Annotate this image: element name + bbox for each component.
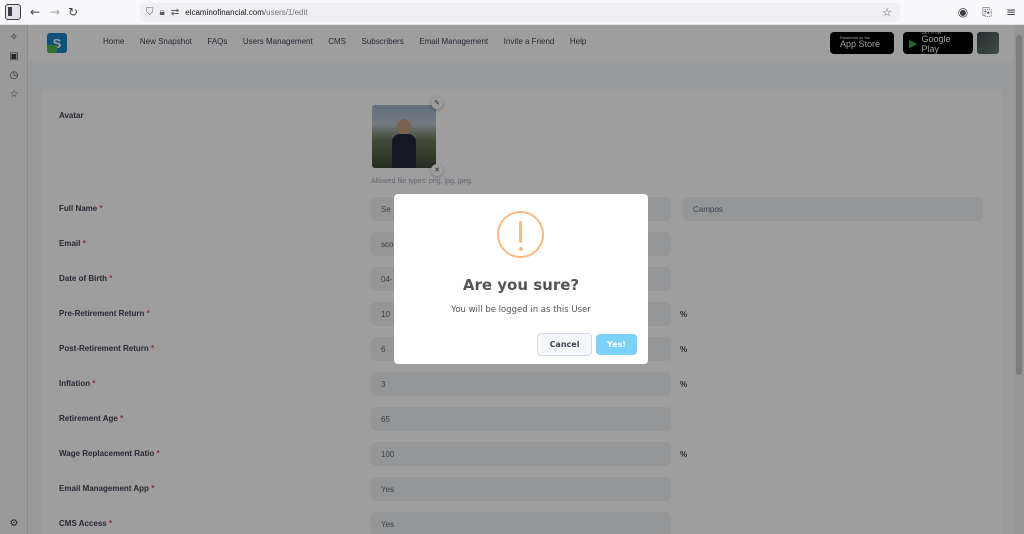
dialog-title: Are you sure? bbox=[462, 276, 580, 294]
browser-toolbar: ← → ↻ ⛉ 🔒︎ ⇄ elcaminofinancial.com/users… bbox=[0, 0, 1024, 25]
lock-icon: 🔒︎ bbox=[159, 7, 165, 18]
warning-icon bbox=[497, 211, 544, 258]
bookmark-star-icon[interactable]: ☆ bbox=[882, 6, 892, 19]
reload-icon[interactable]: ↻ bbox=[64, 3, 82, 21]
extensions-icon[interactable]: ⎘ bbox=[978, 3, 996, 21]
back-arrow-icon[interactable]: ← bbox=[26, 3, 44, 21]
forward-arrow-icon[interactable]: → bbox=[46, 3, 64, 21]
cancel-button[interactable]: Cancel bbox=[537, 333, 592, 356]
menu-icon[interactable]: ≡ bbox=[1002, 3, 1020, 21]
account-icon[interactable]: ◉ bbox=[954, 3, 972, 21]
permissions-icon: ⇄ bbox=[170, 7, 180, 18]
dialog-message: You will be logged in as this User bbox=[451, 305, 591, 315]
confirm-dialog: Are you sure? You will be logged in as t… bbox=[394, 194, 648, 364]
confirm-button[interactable]: Yes! bbox=[596, 334, 637, 355]
shield-icon: ⛉ bbox=[146, 7, 154, 18]
url-path: /users/1/edit bbox=[263, 8, 308, 17]
url-host: elcaminofinancial.com bbox=[185, 8, 264, 17]
sidebar-toggle-icon[interactable] bbox=[5, 4, 21, 20]
url-bar[interactable]: ⛉ 🔒︎ ⇄ elcaminofinancial.com/users/1/edi… bbox=[140, 3, 900, 22]
